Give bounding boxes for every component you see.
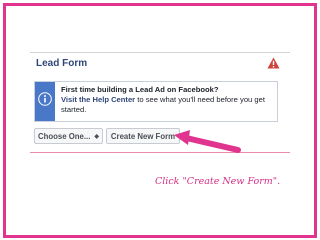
info-body: Visit the Help Center to see what you'll…: [61, 95, 275, 115]
info-title: First time building a Lead Ad on Faceboo…: [61, 85, 219, 94]
lead-form-title: Lead Form: [36, 58, 88, 69]
choose-one-dropdown[interactable]: Choose One... ◆: [34, 128, 103, 144]
info-text: First time building a Lead Ad on Faceboo…: [61, 85, 275, 115]
choose-one-label: Choose One...: [37, 131, 91, 141]
info-accent-bar: [35, 82, 55, 121]
help-info-box: First time building a Lead Ad on Faceboo…: [34, 81, 278, 122]
warning-triangle-icon: [267, 57, 280, 69]
instruction-caption: Click "Create New Form".: [155, 176, 281, 187]
info-icon: [38, 92, 52, 106]
top-divider: [30, 52, 290, 53]
up-down-caret-icon: ◆: [94, 133, 100, 140]
pointer-arrow-icon: [174, 130, 241, 153]
help-center-link[interactable]: Visit the Help Center: [61, 95, 135, 104]
create-new-form-button[interactable]: Create New Form: [106, 128, 180, 144]
bottom-divider: [30, 152, 290, 153]
